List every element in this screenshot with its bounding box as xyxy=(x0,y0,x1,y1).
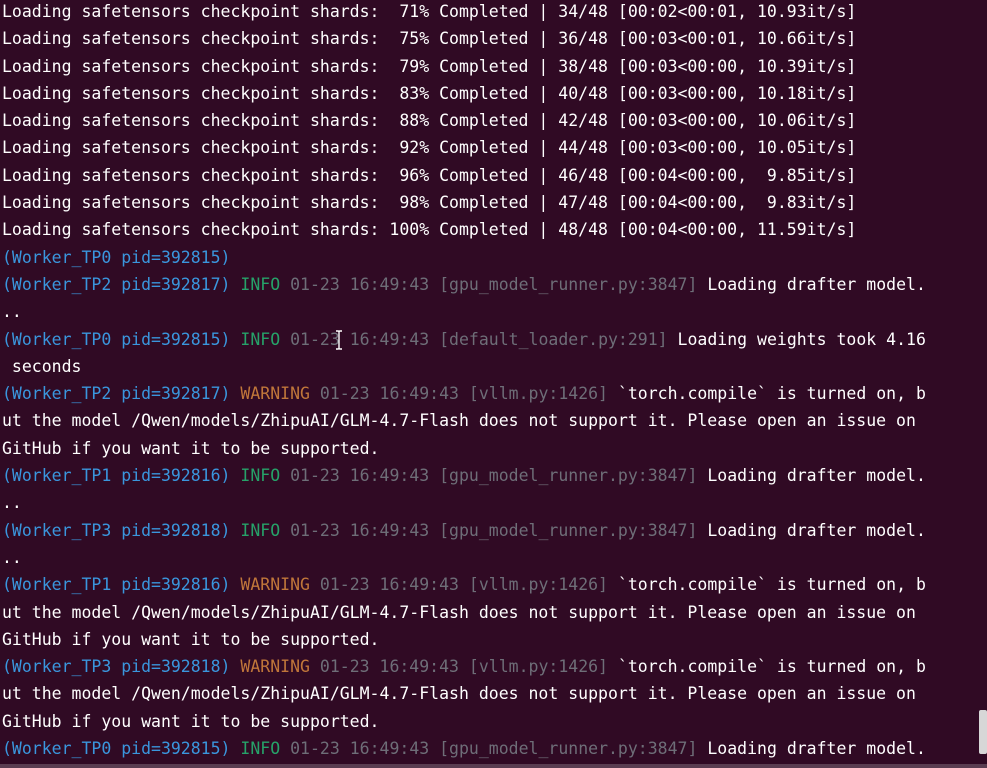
log-continuation: GitHub if you want it to be supported. xyxy=(2,711,380,731)
worker-tag: (Worker_TP1 pid=392816) xyxy=(2,466,231,486)
log-level: INFO xyxy=(240,466,281,486)
log-level: INFO xyxy=(240,739,281,759)
log-source: [vllm.py:1426] xyxy=(468,657,608,677)
log-timestamp: 01-23 16:49:43 xyxy=(319,384,459,404)
progress-line: Loading safetensors checkpoint shards: 7… xyxy=(2,56,857,76)
log-continuation: .. xyxy=(2,302,22,322)
log-continuation: ut the model /Qwen/models/ZhipuAI/GLM-4.… xyxy=(2,602,916,622)
log-source: [gpu_model_runner.py:3847] xyxy=(439,520,698,540)
log-line: (Worker_TP0 pid=392815) xyxy=(2,244,981,271)
terminal-window[interactable]: Loading safetensors checkpoint shards: 7… xyxy=(0,0,987,768)
log-timestamp: 01-23 16:49:43 xyxy=(290,739,430,759)
progress-line: Loading safetensors checkpoint shards: 8… xyxy=(2,83,857,103)
log-level: INFO xyxy=(240,329,281,349)
log-timestamp: 01-23 16:49:43 xyxy=(290,329,430,349)
log-message: `torch.compile` is turned on, b xyxy=(617,657,926,677)
log-level: INFO xyxy=(240,520,281,540)
log-continuation: .. xyxy=(2,493,22,513)
progress-line: Loading safetensors checkpoint shards: 7… xyxy=(2,2,857,21)
log-message: `torch.compile` is turned on, b xyxy=(617,384,926,404)
log-timestamp: 01-23 16:49:43 xyxy=(290,274,430,294)
log-timestamp: 01-23 16:49:43 xyxy=(319,575,459,595)
window-bottom-edge xyxy=(0,764,987,768)
progress-line: Loading safetensors checkpoint shards: 8… xyxy=(2,111,857,131)
log-source: [gpu_model_runner.py:3847] xyxy=(439,739,698,759)
log-line: (Worker_TP3 pid=392818) INFO 01-23 16:49… xyxy=(2,517,981,544)
log-source: [vllm.py:1426] xyxy=(468,575,608,595)
log-line: (Worker_TP1 pid=392816) INFO 01-23 16:49… xyxy=(2,462,981,489)
worker-tag: (Worker_TP3 pid=392818) xyxy=(2,657,231,677)
log-continuation: seconds xyxy=(2,356,82,376)
log-level: WARNING xyxy=(240,575,310,595)
log-timestamp: 01-23 16:49:43 xyxy=(290,466,430,486)
log-message: Loading drafter model. xyxy=(707,274,926,294)
log-line: (Worker_TP0 pid=392815) INFO 01-23 16:49… xyxy=(2,326,981,353)
log-continuation: .. xyxy=(2,547,22,567)
log-level: WARNING xyxy=(240,657,310,677)
log-continuation: ut the model /Qwen/models/ZhipuAI/GLM-4.… xyxy=(2,684,916,704)
log-line: (Worker_TP0 pid=392815) INFO 01-23 16:49… xyxy=(2,735,981,762)
log-line: (Worker_TP1 pid=392816) WARNING 01-23 16… xyxy=(2,571,981,598)
log-continuation: GitHub if you want it to be supported. xyxy=(2,438,380,458)
log-line: (Worker_TP3 pid=392818) WARNING 01-23 16… xyxy=(2,653,981,680)
log-level: WARNING xyxy=(240,384,310,404)
log-source: [default_loader.py:291] xyxy=(439,329,668,349)
progress-line: Loading safetensors checkpoint shards: 9… xyxy=(2,193,857,213)
log-message: Loading drafter model. xyxy=(707,520,926,540)
progress-line: Loading safetensors checkpoint shards: 9… xyxy=(2,138,857,158)
progress-line: Loading safetensors checkpoint shards: 9… xyxy=(2,165,857,185)
log-line: (Worker_TP2 pid=392817) INFO 01-23 16:49… xyxy=(2,271,981,298)
log-message: Loading drafter model. xyxy=(707,466,926,486)
worker-tag: (Worker_TP0 pid=392815) xyxy=(2,739,231,759)
log-timestamp: 01-23 16:49:43 xyxy=(290,520,430,540)
log-timestamp: 01-23 16:49:43 xyxy=(319,657,459,677)
log-continuation: GitHub if you want it to be supported. xyxy=(2,629,380,649)
worker-tag: (Worker_TP1 pid=392816) xyxy=(2,575,231,595)
log-source: [vllm.py:1426] xyxy=(468,384,608,404)
log-continuation: ut the model /Qwen/models/ZhipuAI/GLM-4.… xyxy=(2,411,916,431)
log-message: `torch.compile` is turned on, b xyxy=(617,575,926,595)
scrollbar-thumb[interactable] xyxy=(979,710,987,754)
text-cursor-icon xyxy=(336,330,342,350)
log-line: (Worker_TP2 pid=392817) WARNING 01-23 16… xyxy=(2,380,981,407)
terminal-output: Loading safetensors checkpoint shards: 7… xyxy=(2,0,981,762)
log-message: Loading weights took 4.16 xyxy=(677,329,926,349)
worker-tag: (Worker_TP2 pid=392817) xyxy=(2,384,231,404)
worker-tag: (Worker_TP2 pid=392817) xyxy=(2,274,231,294)
log-level: INFO xyxy=(240,274,281,294)
log-source: [gpu_model_runner.py:3847] xyxy=(439,274,698,294)
progress-line: Loading safetensors checkpoint shards: 7… xyxy=(2,29,857,49)
worker-tag: (Worker_TP0 pid=392815) xyxy=(2,329,231,349)
worker-tag: (Worker_TP0 pid=392815) xyxy=(2,247,231,267)
worker-tag: (Worker_TP3 pid=392818) xyxy=(2,520,231,540)
log-message: Loading drafter model. xyxy=(707,739,926,759)
progress-line: Loading safetensors checkpoint shards: 1… xyxy=(2,220,857,240)
log-source: [gpu_model_runner.py:3847] xyxy=(439,466,698,486)
